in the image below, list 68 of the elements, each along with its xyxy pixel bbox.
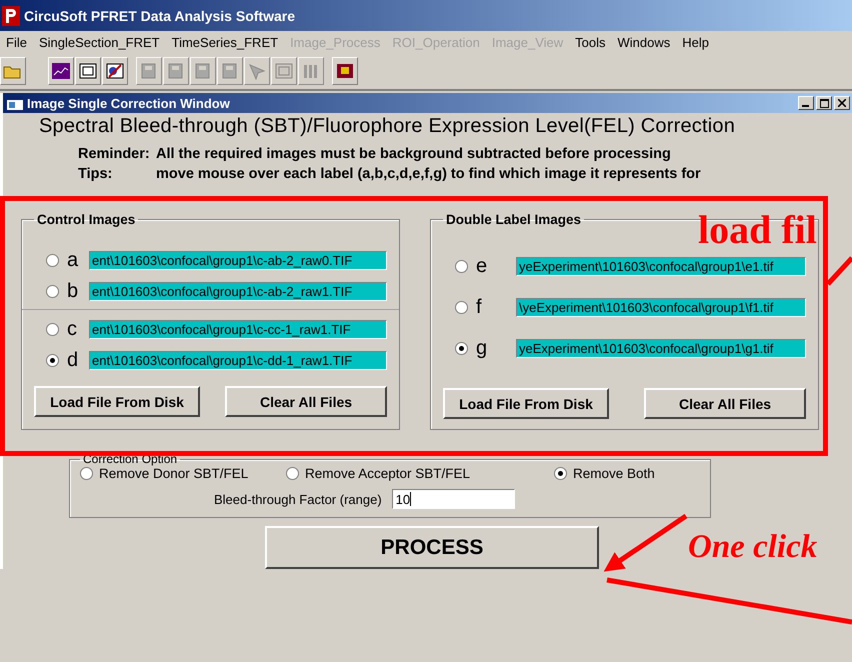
image-label: d [67,349,80,372]
app-title: CircuSoft PFRET Data Analysis Software [24,8,295,24]
radio-button[interactable] [46,285,59,298]
image-label: c [67,318,78,341]
radio-button[interactable] [455,301,468,314]
reminder-label: Reminder: [78,146,151,162]
file-path-field[interactable]: yeExperiment\101603\confocal\group1\e1.tif [516,257,806,276]
menu-item[interactable]: Tools [569,34,612,50]
radio-button[interactable] [46,354,59,367]
close-button[interactable] [834,96,850,110]
option-label: Remove Acceptor SBT/FEL [305,466,470,481]
window-icon [7,96,23,110]
toolbar-button[interactable] [75,57,101,85]
toolbar-button[interactable] [102,57,128,85]
option-label: Remove Donor SBT/FEL [99,466,248,481]
annotation-text: load fil [698,210,817,250]
image-label: f [476,296,483,319]
file-path-field[interactable]: ent\101603\confocal\group1\c-cc-1_raw1.TIF [89,320,387,339]
image-label: a [67,249,80,272]
factor-label: Bleed-through Factor (range) [214,492,382,506]
pointer-icon [247,62,267,80]
option-label: Remove Both [573,466,655,481]
palette-icon [105,62,125,80]
book-icon [335,62,355,80]
image-label: g [476,337,488,360]
close-icon [838,99,846,107]
toolbar-button[interactable] [48,57,74,85]
radio-button[interactable] [46,323,59,336]
image-label: e [476,255,488,278]
tips-label: Tips: [78,166,114,182]
annotation-text: One click [688,531,818,564]
menu-item[interactable]: Help [676,34,715,50]
group-button[interactable]: Load File From Disk [443,388,609,419]
menu-item[interactable]: Windows [612,34,676,50]
menu-item[interactable]: SingleSection_FRET [32,34,166,50]
radio-button[interactable] [80,467,93,480]
app-logo-icon [2,6,20,26]
group-title: Double Label Images [445,212,582,227]
file-path-field[interactable]: ent\101603\confocal\group1\c-ab-2_raw1.TIF [89,282,387,301]
radio-button[interactable] [455,260,468,273]
heading: Spectral Bleed-through (SBT)/Fluorophore Expression Level(FEL) Correction [38,114,736,138]
file-path-field[interactable]: \yeExperiment\101603\confocal\group1\f1.tif [516,298,806,317]
image-label: b [67,280,80,303]
factor-input[interactable]: 10 [392,489,515,509]
menu-item[interactable]: File [0,34,33,50]
radio-button[interactable] [554,467,567,480]
file-path-field[interactable]: ent\101603\confocal\group1\c-dd-1_raw1.TIF [89,351,387,370]
group-button[interactable]: Load File From Disk [34,386,200,417]
tips-text: move mouse over each label (a,b,c,d,e,f,g) to find which image it represents for [156,166,701,182]
selection-icon [274,62,294,80]
chart-icon [51,62,71,80]
menu-item[interactable]: TimeSeries_FRET [166,34,284,50]
radio-button[interactable] [455,342,468,355]
file-path-field[interactable]: yeExperiment\101603\confocal\group1\g1.tif [516,339,806,358]
file-path-field[interactable]: ent\101603\confocal\group1\c-ab-2_raw0.TIF [89,251,387,270]
process-button[interactable]: PROCESS [265,526,599,569]
toolbar-button[interactable] [332,57,358,85]
maximize-icon [820,98,828,108]
group-title: Control Images [36,212,136,227]
reminder-text: All the required images must be background subtracted before processing [156,146,671,162]
maximize-button[interactable] [816,96,832,110]
group-button[interactable]: Clear All Files [225,386,387,417]
window-title: Image Single Correction Window [27,96,231,110]
radio-button[interactable] [286,467,299,480]
minimize-button[interactable] [798,96,814,110]
group-button[interactable]: Clear All Files [644,388,806,419]
radio-button[interactable] [46,254,59,267]
dialog-icon [78,62,98,80]
